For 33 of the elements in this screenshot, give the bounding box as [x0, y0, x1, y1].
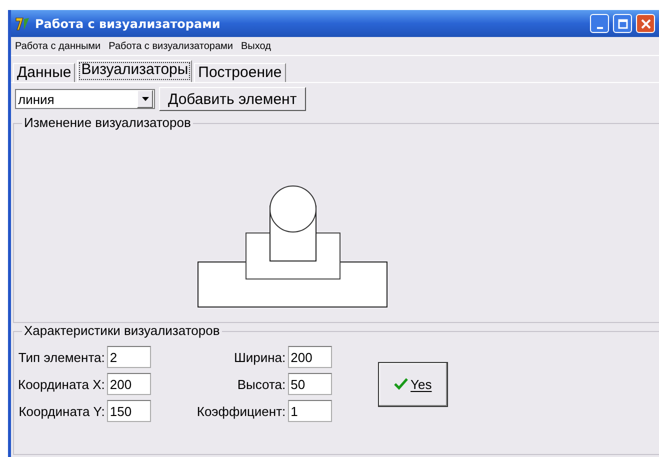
menu-item[interactable]: Работа с визуализаторами [108, 40, 233, 52]
window-title: Работа с визуализаторами [35, 16, 220, 30]
minimize-icon [596, 26, 602, 28]
input-field[interactable]: 1 [288, 400, 332, 422]
field-label: Координата X: [18, 376, 105, 392]
tab[interactable]: Построение [194, 63, 286, 82]
input-field[interactable]: 150 [106, 400, 151, 422]
tab[interactable]: Данные [13, 63, 76, 82]
close-button[interactable] [636, 14, 655, 33]
group-title: Изменение визуализаторов [22, 115, 193, 130]
add-element-button[interactable]: Добавить элемент [159, 87, 306, 111]
minimize-button[interactable] [590, 14, 609, 33]
input-field[interactable]: 200 [288, 346, 332, 368]
app-icon [15, 16, 31, 32]
tab[interactable]: Визуализаторы [77, 60, 192, 82]
menu-item[interactable]: Работа с данными [15, 40, 101, 52]
close-icon [640, 18, 650, 28]
check-icon [394, 378, 408, 390]
menu-item[interactable]: Выход [241, 40, 271, 52]
field-label: Высота: [236, 376, 286, 392]
caret-icon [142, 97, 148, 101]
maximize-icon [618, 18, 628, 28]
field-label: Коэффициент: [196, 404, 286, 418]
field-label: Тип элемента: [18, 350, 105, 364]
field-label: Ширина: [232, 350, 286, 364]
input-field[interactable]: 200 [106, 373, 151, 395]
input-field[interactable]: 50 [288, 373, 332, 395]
maximize-button[interactable] [613, 14, 632, 33]
input-field[interactable]: 2 [106, 346, 151, 368]
group-title: Характеристики визуализаторов [22, 323, 222, 338]
yes-button[interactable]: Yes [378, 362, 448, 406]
element-dropdown[interactable]: линия [15, 89, 155, 109]
field-label: Координата Y: [18, 404, 105, 418]
